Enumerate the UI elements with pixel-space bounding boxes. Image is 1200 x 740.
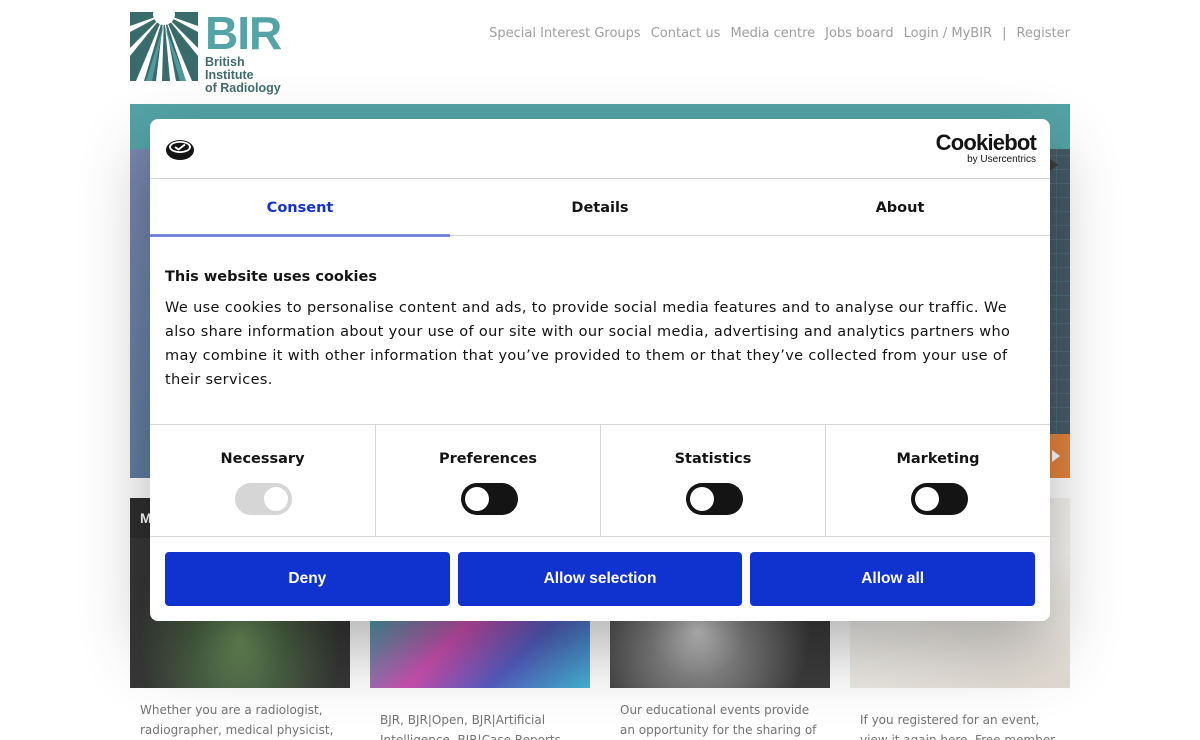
category-preferences: Preferences: [375, 425, 600, 537]
cookie-categories: Necessary Preferences Statistics Marketi…: [150, 424, 1050, 537]
category-necessary: Necessary: [150, 425, 375, 537]
cookiebot-brand-name: Cookiebot: [935, 130, 1037, 155]
allow-selection-button[interactable]: Allow selection: [457, 552, 743, 606]
category-label: Statistics: [674, 451, 752, 467]
consent-buttons: Deny Allow selection Allow all: [165, 552, 1036, 607]
toggle-knob: [465, 487, 489, 511]
marketing-toggle[interactable]: [911, 483, 968, 515]
deny-button[interactable]: Deny: [165, 552, 450, 606]
consent-body: This website uses cookies We use cookies…: [165, 269, 1035, 392]
toggle-knob: [264, 487, 288, 511]
cookiebot-logo-icon: [165, 137, 195, 161]
category-label: Marketing: [896, 451, 980, 467]
category-label: Necessary: [220, 451, 305, 467]
cookie-consent-dialog: Cookiebot by Usercentrics Consent Detail…: [150, 119, 1050, 621]
category-statistics: Statistics: [600, 425, 825, 537]
category-marketing: Marketing: [825, 425, 1050, 537]
allow-all-button[interactable]: Allow all: [750, 552, 1036, 606]
cookiebot-brand[interactable]: Cookiebot by Usercentrics: [935, 130, 1037, 166]
tab-consent[interactable]: Consent: [150, 180, 450, 237]
tab-details[interactable]: Details: [450, 180, 750, 236]
necessary-toggle: [235, 483, 292, 515]
dialog-tabs: Consent Details About: [150, 180, 1050, 237]
cookiebot-brand-by: by Usercentrics: [967, 154, 1036, 165]
consent-text: We use cookies to personalise content an…: [165, 300, 1011, 388]
tab-about[interactable]: About: [750, 180, 1050, 236]
category-label: Preferences: [438, 451, 538, 467]
preferences-toggle[interactable]: [461, 483, 518, 515]
toggle-knob: [915, 487, 939, 511]
consent-title: This website uses cookies: [165, 269, 377, 285]
toggle-knob: [690, 487, 714, 511]
statistics-toggle[interactable]: [686, 483, 743, 515]
dialog-header: Cookiebot by Usercentrics: [150, 119, 1050, 179]
